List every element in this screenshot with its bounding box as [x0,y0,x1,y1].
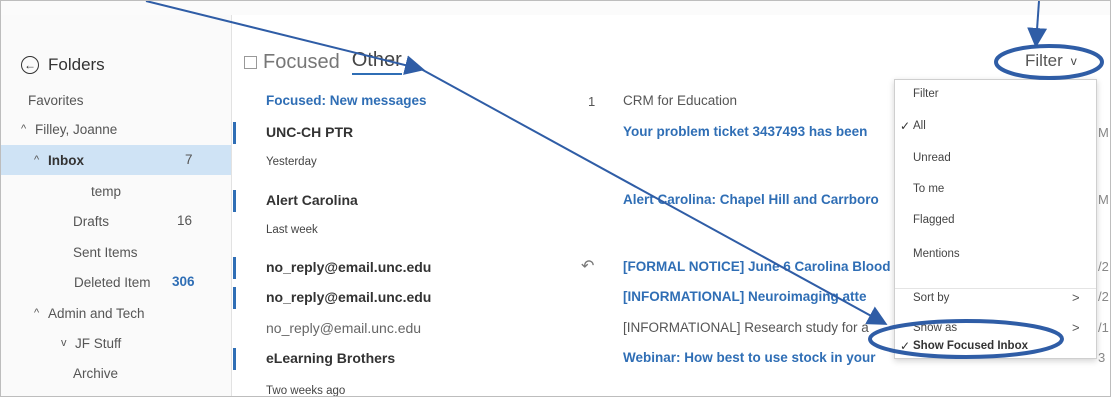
nav-label: temp [91,183,122,199]
message-sender: no_reply@email.unc.edu [266,320,422,336]
nav-deleted-items[interactable]: Deleted Item 306 [1,267,231,297]
inbox-tabs: Focused Other [244,49,414,75]
clipped-date: M [1098,125,1109,140]
nav-admin-and-tech[interactable]: ^ Admin and Tech [1,298,231,328]
menu-item-label: Sort by [913,292,950,304]
menu-item-all[interactable]: ✓ All [895,114,1096,140]
clipped-date: 3 [1098,350,1106,365]
clipped-date: M [1098,192,1109,207]
chevron-down-icon[interactable]: v [61,337,75,349]
checkmark-icon: ✓ [900,339,911,353]
message-subject: Webinar: How best to use stock in your [623,350,876,365]
nav-label: Sent Items [73,244,138,260]
message-subject: [INFORMATIONAL] Research study for a [623,320,869,335]
menu-item-sort-by[interactable]: Sort by > [895,286,1096,312]
unread-indicator [233,190,236,212]
section-header: Last week [266,224,318,236]
top-toolbar-strip [1,1,1110,15]
chevron-right-icon: > [1072,290,1080,305]
chevron-up-icon[interactable]: ^ [21,123,35,135]
menu-item-show-focused-inbox[interactable]: ✓ Show Focused Inbox [895,334,1096,360]
nav-label: Admin and Tech [48,305,145,321]
nav-label: Inbox [48,152,84,168]
nav-label: Drafts [73,213,110,229]
message-row[interactable]: no_reply@email.unc.edu [INFORMATIONAL] R… [233,313,893,343]
folders-header[interactable]: ← Folders [21,55,105,75]
message-sender: no_reply@email.unc.edu [266,289,432,305]
nav-sent-items[interactable]: Sent Items [1,237,231,267]
focused-new-messages-banner[interactable]: Focused: New messages [266,93,427,108]
menu-item-to-me[interactable]: To me [895,177,1096,203]
menu-item-label: To me [913,183,945,195]
unread-count: 7 [185,152,193,167]
menu-item-mentions[interactable]: Mentions [895,242,1096,268]
outlook-window: ← Folders Favorites ^ Filley, Joanne ^ I… [0,0,1111,397]
menu-item-label: Unread [913,152,951,164]
deleted-count: 306 [172,274,195,289]
nav-archive[interactable]: Archive [1,358,231,388]
filter-label: Filter [1025,51,1063,70]
filter-button[interactable]: Filter v [1025,51,1077,71]
menu-item-label: All [913,120,926,132]
section-header: Yesterday [266,156,317,168]
drafts-count: 16 [177,213,193,228]
unread-indicator [233,257,236,279]
clipped-date: /1 [1098,320,1109,335]
menu-item-label: Show Focused Inbox [913,340,1029,352]
filter-dropdown-menu: Filter ✓ All Unread To me Flagged Mentio… [894,79,1097,359]
nav-label: JF Stuff [75,335,122,351]
tab-other[interactable]: Other [351,49,402,75]
menu-item-label: Show as [913,322,958,334]
folders-title: Folders [48,55,105,74]
message-row[interactable]: eLearning Brothers Webinar: How best to … [233,343,893,373]
menu-item-unread[interactable]: Unread [895,146,1096,172]
chevron-down-icon: v [1070,54,1077,68]
message-sender: UNC-CH PTR [266,124,354,140]
chevron-up-icon[interactable]: ^ [34,154,48,166]
message-row[interactable]: UNC-CH PTR Your problem ticket 3437493 h… [233,117,893,147]
message-subject: Your problem ticket 3437493 has been [623,124,868,139]
message-sender: eLearning Brothers [266,350,396,366]
reply-arrow-icon: ↶ [581,258,595,275]
focused-new-preview-sender: CRM for Education [623,93,738,108]
focused-new-count: 1 [588,94,596,109]
message-subject: [FORMAL NOTICE] June 6 Carolina Blood [623,259,891,274]
menu-header: Filter [895,82,1096,108]
nav-account-filley[interactable]: ^ Filley, Joanne [1,114,231,144]
unread-indicator [233,287,236,309]
menu-item-label: Flagged [913,214,955,226]
nav-temp[interactable]: temp [1,176,231,206]
message-subject: Alert Carolina: Chapel Hill and Carrboro [623,192,879,207]
chevron-up-icon[interactable]: ^ [34,307,48,319]
menu-item-flagged[interactable]: Flagged [895,208,1096,234]
message-row[interactable]: no_reply@email.unc.edu [INFORMATIONAL] N… [233,282,893,312]
nav-label: Favorites [28,92,84,108]
nav-label: Archive [73,365,119,381]
unread-indicator [233,122,236,144]
nav-jf-stuff[interactable]: v JF Stuff [1,328,231,358]
unread-indicator [233,348,236,370]
select-all-checkbox[interactable] [244,55,257,69]
circle-arrow-left-icon[interactable]: ← [21,56,39,74]
chevron-right-icon: > [1072,320,1080,335]
nav-drafts[interactable]: Drafts 16 [1,206,231,236]
nav-inbox[interactable]: ^ Inbox 7 [1,145,231,175]
clipped-date: /2 [1098,259,1109,274]
tab-focused[interactable]: Focused [263,51,340,74]
message-sender: no_reply@email.unc.edu [266,259,432,275]
message-row[interactable]: Alert Carolina Alert Carolina: Chapel Hi… [233,185,893,215]
message-sender: Alert Carolina [266,192,358,208]
nav-label: Filley, Joanne [35,121,118,137]
message-row[interactable]: no_reply@email.unc.edu ↶ [FORMAL NOTICE]… [233,252,893,282]
checkmark-icon: ✓ [900,119,911,133]
message-subject: [INFORMATIONAL] Neuroimaging atte [623,289,867,304]
clipped-date: /2 [1098,289,1109,304]
nav-favorites[interactable]: Favorites [1,85,231,115]
menu-item-label: Mentions [913,248,960,260]
section-header: Two weeks ago [266,385,346,397]
folder-pane: ← Folders Favorites ^ Filley, Joanne ^ I… [1,15,232,396]
menu-header-label: Filter [913,88,939,100]
nav-label: Deleted Item [74,274,151,290]
